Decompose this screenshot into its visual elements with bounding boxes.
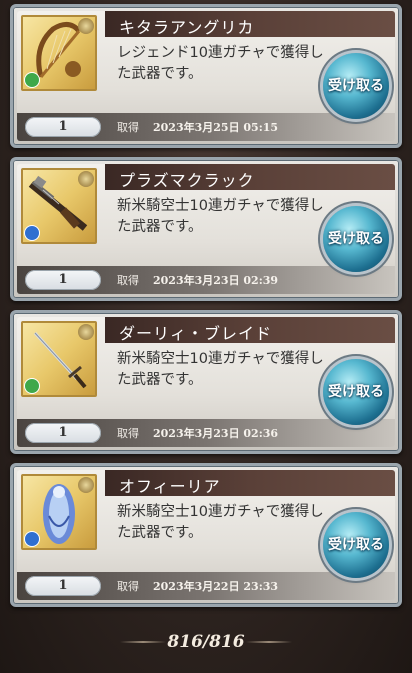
rarity-badge-icon: [78, 477, 94, 493]
quantity-box: 1: [25, 576, 101, 596]
acquired-date: 2023年3月23日 02:36: [153, 427, 279, 440]
acquired-label: 取得: [117, 121, 139, 134]
gift-item-card: キタラアングリカ レジェンド10連ガチャで獲得した武器です。 1 取得 2023: [10, 4, 402, 148]
quantity-box: 1: [25, 270, 101, 290]
water-element-icon: [24, 531, 40, 547]
item-name: ダーリィ・ブレイド: [119, 324, 273, 343]
item-name-bar: プラズマクラック: [105, 164, 395, 190]
wind-element-icon: [24, 378, 40, 394]
acquired-label: 取得: [117, 580, 139, 593]
quantity-box: 1: [25, 423, 101, 443]
ice-statue-weapon-icon[interactable]: [21, 474, 97, 550]
quantity-box: 1: [25, 117, 101, 137]
gift-item-card: ダーリィ・ブレイド 新米騎空士10連ガチャで獲得した武器です。 1 取得 202…: [10, 310, 402, 454]
acquired-label: 取得: [117, 427, 139, 440]
gift-item-card: オフィーリア 新米騎空士10連ガチャで獲得した武器です。 1 取得 2023年3…: [10, 463, 402, 607]
counter-text: 816/816: [167, 632, 245, 652]
item-name: プラズマクラック: [119, 171, 255, 190]
item-name: キタラアングリカ: [119, 18, 255, 37]
item-name-bar: ダーリィ・ブレイド: [105, 317, 395, 343]
rarity-badge-icon: [78, 171, 94, 187]
acquired-date: 2023年3月23日 02:39: [153, 274, 279, 287]
item-footer: 1 取得 2023年3月23日 02:36: [17, 419, 395, 447]
item-footer: 1 取得 2023年3月25日 05:15: [17, 113, 395, 141]
item-name-bar: オフィーリア: [105, 470, 395, 496]
item-name: オフィーリア: [119, 477, 221, 496]
item-counter: 816/816: [0, 628, 412, 656]
rarity-badge-icon: [78, 18, 94, 34]
ornament-right: [246, 641, 292, 643]
item-description: 新米騎空士10連ガチャで獲得した武器です。: [117, 351, 324, 388]
ornament-left: [120, 641, 166, 643]
water-element-icon: [24, 225, 40, 241]
acquired-label: 取得: [117, 274, 139, 287]
receive-button[interactable]: 受け取る: [323, 512, 389, 578]
receive-button[interactable]: 受け取る: [323, 206, 389, 272]
item-description: レジェンド10連ガチャで獲得した武器です。: [117, 45, 324, 82]
wind-element-icon: [24, 72, 40, 88]
receive-button[interactable]: 受け取る: [323, 53, 389, 119]
item-description: 新米騎空士10連ガチャで獲得した武器です。: [117, 504, 324, 541]
item-footer: 1 取得 2023年3月23日 02:39: [17, 266, 395, 294]
gift-item-card: プラズマクラック 新米騎空士10連ガチャで獲得した武器です。 1 取得 2023…: [10, 157, 402, 301]
item-name-bar: キタラアングリカ: [105, 11, 395, 37]
gift-box-screen: キタラアングリカ レジェンド10連ガチャで獲得した武器です。 1 取得 2023: [0, 0, 412, 673]
acquired-date: 2023年3月22日 23:33: [153, 580, 279, 593]
rarity-badge-icon: [78, 324, 94, 340]
receive-button[interactable]: 受け取る: [323, 359, 389, 425]
item-footer: 1 取得 2023年3月22日 23:33: [17, 572, 395, 600]
harp-weapon-icon[interactable]: [21, 15, 97, 91]
item-description: 新米騎空士10連ガチャで獲得した武器です。: [117, 198, 324, 235]
gun-weapon-icon[interactable]: [21, 168, 97, 244]
sword-weapon-icon[interactable]: [21, 321, 97, 397]
acquired-date: 2023年3月25日 05:15: [153, 121, 279, 134]
